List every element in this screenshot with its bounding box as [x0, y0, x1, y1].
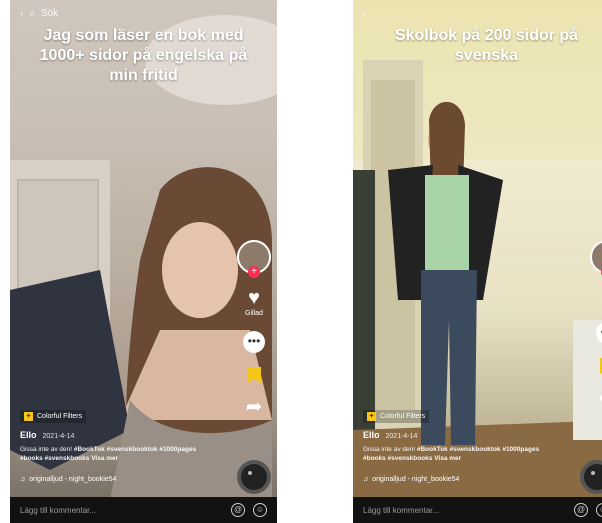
share-icon[interactable]: ➦	[246, 397, 263, 417]
music-note-icon: ♫	[363, 476, 369, 483]
video-description: Gissa inte av den! #BookTok #svenskbookt…	[363, 445, 563, 463]
action-rail: + ♥ ••• ➦	[590, 240, 602, 408]
search-label[interactable]: Sök	[41, 8, 58, 19]
emoji-icon[interactable]: ☺	[253, 503, 267, 517]
author-row: Ello 2021-4-14	[363, 430, 417, 440]
sound-name[interactable]: originalljud - night_bookie54	[29, 476, 116, 483]
video-description: Gissa inte av den! #BookTok #svenskbookt…	[20, 445, 220, 463]
search-icon[interactable]: ⌕	[29, 8, 35, 19]
see-more-link[interactable]: Visa mer	[434, 455, 461, 462]
video-caption: Skolbok på 200 sidor på svenska	[394, 27, 579, 64]
effect-label: Colorful Filters	[37, 413, 83, 420]
effect-tag[interactable]: ✦ Colorful Filters	[363, 410, 430, 423]
description-text: Gissa inte av den!	[20, 446, 73, 453]
emoji-icon[interactable]: ☺	[596, 503, 602, 517]
comment-bar[interactable]: Lägg till kommentar... @ ☺	[353, 497, 602, 523]
top-bar: ‹	[363, 8, 366, 19]
comment-bar[interactable]: Lägg till kommentar... @ ☺	[10, 497, 277, 523]
effect-label: Colorful Filters	[380, 413, 426, 420]
see-more-link[interactable]: Visa mer	[91, 455, 118, 462]
back-arrow-icon[interactable]: ‹	[363, 8, 366, 19]
music-disc-icon[interactable]	[237, 460, 271, 494]
follow-plus-icon[interactable]: +	[248, 266, 260, 278]
share-icon[interactable]: ➦	[599, 388, 602, 408]
author-name[interactable]: Ello	[20, 430, 37, 440]
avatar[interactable]: +	[237, 240, 271, 278]
post-date: 2021-4-14	[385, 433, 418, 440]
effect-icon: ✦	[367, 412, 376, 421]
bookmark-icon[interactable]	[247, 367, 261, 383]
author-row: Ello 2021-4-14	[20, 430, 74, 440]
like-count: Gillad	[245, 310, 263, 317]
video-right[interactable]: ‹ Skolbok på 200 sidor på svenska + ♥ ••…	[353, 0, 602, 523]
video-caption: Jag som läser en bok med 1000+ sidor på …	[39, 27, 248, 84]
heart-icon[interactable]: ♥	[248, 288, 260, 308]
back-arrow-icon[interactable]: ‹	[20, 8, 23, 19]
author-name[interactable]: Ello	[363, 430, 380, 440]
at-icon[interactable]: @	[574, 503, 588, 517]
effect-icon: ✦	[24, 412, 33, 421]
video-left[interactable]: ‹ ⌕ Sök Jag som läser en bok med 1000+ s…	[10, 0, 277, 523]
description-text: Gissa inte av den!	[363, 446, 416, 453]
music-note-icon: ♫	[20, 476, 26, 483]
comment-input[interactable]: Lägg till kommentar...	[363, 506, 566, 515]
sound-row[interactable]: ♫ originalljud - night_bookie54	[363, 476, 459, 483]
sound-name[interactable]: originalljud - night_bookie54	[372, 476, 459, 483]
comment-input[interactable]: Lägg till kommentar...	[20, 506, 223, 515]
top-bar: ‹ ⌕ Sök	[20, 8, 58, 19]
action-rail: + ♥ Gillad ••• ➦	[237, 240, 271, 417]
sound-row[interactable]: ♫ originalljud - night_bookie54	[20, 476, 116, 483]
effect-tag[interactable]: ✦ Colorful Filters	[20, 410, 87, 423]
comment-icon[interactable]: •••	[596, 322, 602, 344]
post-date: 2021-4-14	[42, 433, 75, 440]
avatar[interactable]: +	[590, 240, 602, 278]
comment-icon[interactable]: •••	[243, 331, 265, 353]
at-icon[interactable]: @	[231, 503, 245, 517]
